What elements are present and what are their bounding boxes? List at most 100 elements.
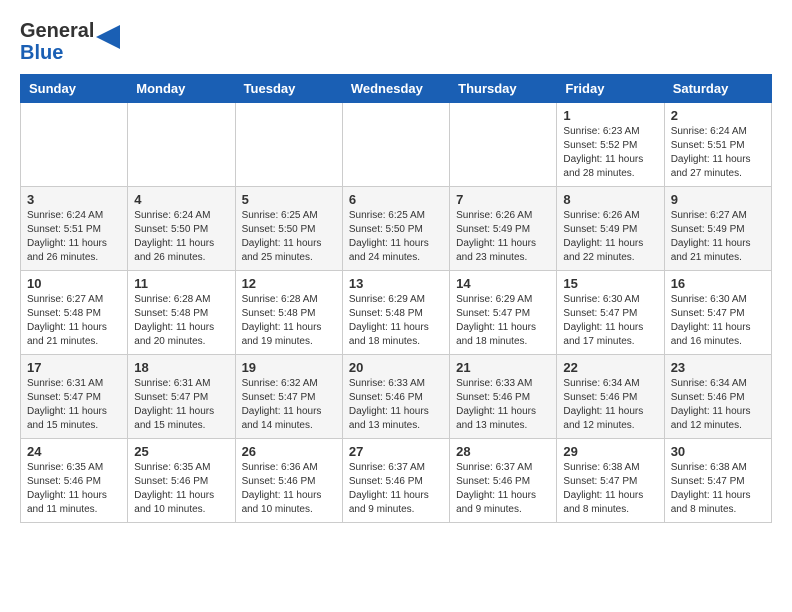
- day-info: Sunrise: 6:27 AM Sunset: 5:49 PM Dayligh…: [671, 209, 765, 265]
- weekday-header-thursday: Thursday: [450, 75, 557, 103]
- weekday-header-tuesday: Tuesday: [235, 75, 342, 103]
- day-number: 9: [671, 192, 765, 207]
- day-info: Sunrise: 6:36 AM Sunset: 5:46 PM Dayligh…: [242, 461, 336, 517]
- calendar-day-27: 27 Sunrise: 6:37 AM Sunset: 5:46 PM Dayli…: [342, 439, 449, 523]
- calendar-day-24: 24 Sunrise: 6:35 AM Sunset: 5:46 PM Dayli…: [21, 439, 128, 523]
- day-info: Sunrise: 6:24 AM Sunset: 5:50 PM Dayligh…: [134, 209, 228, 265]
- day-number: 11: [134, 276, 228, 291]
- day-number: 8: [563, 192, 657, 207]
- calendar-week-row: 1 Sunrise: 6:23 AM Sunset: 5:52 PM Daylig…: [21, 103, 772, 187]
- day-number: 22: [563, 360, 657, 375]
- calendar-table: SundayMondayTuesdayWednesdayThursdayFrid…: [20, 74, 772, 523]
- calendar-day-29: 29 Sunrise: 6:38 AM Sunset: 5:47 PM Dayli…: [557, 439, 664, 523]
- day-info: Sunrise: 6:23 AM Sunset: 5:52 PM Dayligh…: [563, 125, 657, 181]
- day-info: Sunrise: 6:37 AM Sunset: 5:46 PM Dayligh…: [349, 461, 443, 517]
- calendar-empty-cell: [342, 103, 449, 187]
- day-number: 5: [242, 192, 336, 207]
- calendar-day-16: 16 Sunrise: 6:30 AM Sunset: 5:47 PM Dayli…: [664, 271, 771, 355]
- day-number: 13: [349, 276, 443, 291]
- day-number: 4: [134, 192, 228, 207]
- calendar-day-5: 5 Sunrise: 6:25 AM Sunset: 5:50 PM Daylig…: [235, 187, 342, 271]
- calendar-week-row: 17 Sunrise: 6:31 AM Sunset: 5:47 PM Dayli…: [21, 355, 772, 439]
- day-number: 15: [563, 276, 657, 291]
- calendar-empty-cell: [128, 103, 235, 187]
- day-info: Sunrise: 6:35 AM Sunset: 5:46 PM Dayligh…: [27, 461, 121, 517]
- calendar-day-8: 8 Sunrise: 6:26 AM Sunset: 5:49 PM Daylig…: [557, 187, 664, 271]
- day-number: 27: [349, 444, 443, 459]
- calendar-day-22: 22Sunrise: 6:34 AM Sunset: 5:46 PM Dayli…: [557, 355, 664, 439]
- day-info: Sunrise: 6:33 AM Sunset: 5:46 PM Dayligh…: [456, 377, 550, 433]
- weekday-header-monday: Monday: [128, 75, 235, 103]
- day-number: 12: [242, 276, 336, 291]
- day-number: 10: [27, 276, 121, 291]
- day-info: Sunrise: 6:25 AM Sunset: 5:50 PM Dayligh…: [349, 209, 443, 265]
- day-number: 14: [456, 276, 550, 291]
- calendar-week-row: 24 Sunrise: 6:35 AM Sunset: 5:46 PM Dayli…: [21, 439, 772, 523]
- day-info: Sunrise: 6:25 AM Sunset: 5:50 PM Dayligh…: [242, 209, 336, 265]
- calendar-day-14: 14Sunrise: 6:29 AM Sunset: 5:47 PM Dayli…: [450, 271, 557, 355]
- day-info: Sunrise: 6:38 AM Sunset: 5:47 PM Dayligh…: [563, 461, 657, 517]
- calendar-empty-cell: [235, 103, 342, 187]
- day-info: Sunrise: 6:24 AM Sunset: 5:51 PM Dayligh…: [671, 125, 765, 181]
- calendar-day-7: 7Sunrise: 6:26 AM Sunset: 5:49 PM Daylig…: [450, 187, 557, 271]
- day-number: 2: [671, 108, 765, 123]
- day-number: 16: [671, 276, 765, 291]
- calendar-day-23: 23 Sunrise: 6:34 AM Sunset: 5:46 PM Dayli…: [664, 355, 771, 439]
- day-number: 26: [242, 444, 336, 459]
- calendar-day-1: 1 Sunrise: 6:23 AM Sunset: 5:52 PM Daylig…: [557, 103, 664, 187]
- calendar-day-20: 20 Sunrise: 6:33 AM Sunset: 5:46 PM Dayli…: [342, 355, 449, 439]
- day-info: Sunrise: 6:31 AM Sunset: 5:47 PM Dayligh…: [134, 377, 228, 433]
- day-info: Sunrise: 6:32 AM Sunset: 5:47 PM Dayligh…: [242, 377, 336, 433]
- calendar-day-21: 21Sunrise: 6:33 AM Sunset: 5:46 PM Dayli…: [450, 355, 557, 439]
- day-info: Sunrise: 6:31 AM Sunset: 5:47 PM Dayligh…: [27, 377, 121, 433]
- weekday-header-saturday: Saturday: [664, 75, 771, 103]
- weekday-header-wednesday: Wednesday: [342, 75, 449, 103]
- calendar-day-9: 9 Sunrise: 6:27 AM Sunset: 5:49 PM Daylig…: [664, 187, 771, 271]
- logo-blue: Blue: [20, 42, 63, 64]
- calendar-day-19: 19 Sunrise: 6:32 AM Sunset: 5:47 PM Dayli…: [235, 355, 342, 439]
- calendar-day-15: 15Sunrise: 6:30 AM Sunset: 5:47 PM Dayli…: [557, 271, 664, 355]
- day-number: 6: [349, 192, 443, 207]
- calendar-day-28: 28 Sunrise: 6:37 AM Sunset: 5:46 PM Dayli…: [450, 439, 557, 523]
- day-number: 25: [134, 444, 228, 459]
- logo-arrow-icon: [96, 25, 120, 49]
- calendar-day-6: 6 Sunrise: 6:25 AM Sunset: 5:50 PM Daylig…: [342, 187, 449, 271]
- day-info: Sunrise: 6:33 AM Sunset: 5:46 PM Dayligh…: [349, 377, 443, 433]
- calendar-week-row: 3 Sunrise: 6:24 AM Sunset: 5:51 PM Daylig…: [21, 187, 772, 271]
- day-number: 1: [563, 108, 657, 123]
- weekday-header-friday: Friday: [557, 75, 664, 103]
- calendar-day-26: 26 Sunrise: 6:36 AM Sunset: 5:46 PM Dayli…: [235, 439, 342, 523]
- day-number: 18: [134, 360, 228, 375]
- day-info: Sunrise: 6:28 AM Sunset: 5:48 PM Dayligh…: [134, 293, 228, 349]
- calendar-day-18: 18 Sunrise: 6:31 AM Sunset: 5:47 PM Dayli…: [128, 355, 235, 439]
- day-info: Sunrise: 6:30 AM Sunset: 5:47 PM Dayligh…: [671, 293, 765, 349]
- weekday-header-row: SundayMondayTuesdayWednesdayThursdayFrid…: [21, 75, 772, 103]
- day-number: 17: [27, 360, 121, 375]
- day-number: 29: [563, 444, 657, 459]
- day-info: Sunrise: 6:26 AM Sunset: 5:49 PM Dayligh…: [456, 209, 550, 265]
- day-info: Sunrise: 6:37 AM Sunset: 5:46 PM Dayligh…: [456, 461, 550, 517]
- day-number: 19: [242, 360, 336, 375]
- day-number: 24: [27, 444, 121, 459]
- calendar-day-12: 12 Sunrise: 6:28 AM Sunset: 5:48 PM Dayli…: [235, 271, 342, 355]
- day-number: 23: [671, 360, 765, 375]
- calendar-day-25: 25Sunrise: 6:35 AM Sunset: 5:46 PM Dayli…: [128, 439, 235, 523]
- day-number: 28: [456, 444, 550, 459]
- day-info: Sunrise: 6:28 AM Sunset: 5:48 PM Dayligh…: [242, 293, 336, 349]
- calendar-day-10: 10 Sunrise: 6:27 AM Sunset: 5:48 PM Dayli…: [21, 271, 128, 355]
- calendar-day-3: 3 Sunrise: 6:24 AM Sunset: 5:51 PM Daylig…: [21, 187, 128, 271]
- calendar-day-30: 30 Sunrise: 6:38 AM Sunset: 5:47 PM Dayli…: [664, 439, 771, 523]
- day-info: Sunrise: 6:34 AM Sunset: 5:46 PM Dayligh…: [671, 377, 765, 433]
- calendar-day-13: 13Sunrise: 6:29 AM Sunset: 5:48 PM Dayli…: [342, 271, 449, 355]
- day-info: Sunrise: 6:27 AM Sunset: 5:48 PM Dayligh…: [27, 293, 121, 349]
- calendar-day-17: 17 Sunrise: 6:31 AM Sunset: 5:47 PM Dayli…: [21, 355, 128, 439]
- day-number: 30: [671, 444, 765, 459]
- calendar-day-11: 11 Sunrise: 6:28 AM Sunset: 5:48 PM Dayli…: [128, 271, 235, 355]
- logo: General Blue: [20, 20, 120, 64]
- day-info: Sunrise: 6:26 AM Sunset: 5:49 PM Dayligh…: [563, 209, 657, 265]
- day-info: Sunrise: 6:24 AM Sunset: 5:51 PM Dayligh…: [27, 209, 121, 265]
- day-number: 20: [349, 360, 443, 375]
- day-number: 3: [27, 192, 121, 207]
- day-info: Sunrise: 6:38 AM Sunset: 5:47 PM Dayligh…: [671, 461, 765, 517]
- calendar-day-2: 2 Sunrise: 6:24 AM Sunset: 5:51 PM Daylig…: [664, 103, 771, 187]
